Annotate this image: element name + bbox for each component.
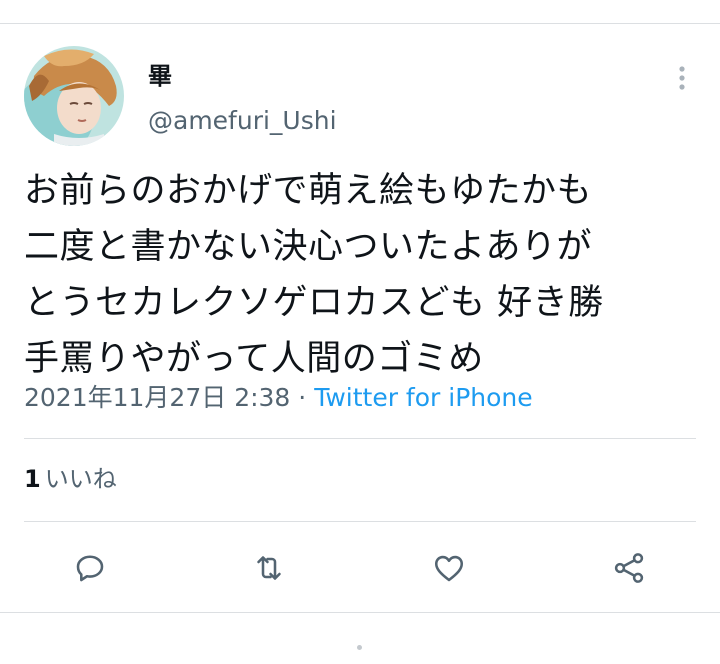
tweet-text-line: とうセカレクソゲロカスども 好き勝	[24, 283, 604, 323]
tweet-meta: 2021年11月27日 2:38 · Twitter for iPhone	[24, 381, 533, 415]
divider	[24, 521, 696, 522]
share-icon	[614, 553, 644, 583]
avatar-illustration-icon	[24, 46, 124, 146]
reply-button[interactable]	[68, 546, 112, 590]
more-vertical-icon	[679, 66, 685, 90]
tweet-text-line: お前らのおかげで萌え絵もゆたかも	[24, 171, 593, 211]
display-name[interactable]: 畢	[148, 60, 172, 92]
heart-icon	[434, 555, 464, 582]
likes-count: 1	[24, 465, 41, 493]
source-link[interactable]: Twitter for iPhone	[314, 383, 532, 412]
meta-separator: ·	[290, 383, 315, 412]
likes-stat[interactable]: 1 いいね	[24, 462, 117, 496]
tweet-text-line: 二度と書かない決心ついたよありが	[24, 227, 593, 267]
more-options-button[interactable]	[664, 60, 700, 96]
divider	[24, 438, 696, 439]
tweet-text-line: 手罵りやがって人間のゴミめ	[24, 339, 484, 379]
scroll-indicator	[357, 645, 362, 650]
user-handle[interactable]: @amefuri_Ushi	[148, 105, 337, 137]
retweet-button[interactable]	[247, 546, 291, 590]
likes-label: いいね	[44, 465, 117, 493]
avatar[interactable]	[24, 46, 124, 146]
bottom-divider	[0, 612, 720, 613]
tweet-text: お前らのおかげで萌え絵もゆたかも 二度と書かない決心ついたよありが とうセカレク…	[24, 163, 704, 387]
reply-icon	[76, 555, 104, 582]
top-divider	[0, 23, 720, 24]
share-button[interactable]	[607, 546, 651, 590]
like-button[interactable]	[427, 546, 471, 590]
retweet-icon	[257, 556, 281, 580]
tweet-detail: 畢 @amefuri_Ushi お前らのおかげで萌え絵もゆたかも 二度と書かない…	[0, 0, 720, 664]
timestamp[interactable]: 2021年11月27日 2:38	[24, 383, 290, 412]
